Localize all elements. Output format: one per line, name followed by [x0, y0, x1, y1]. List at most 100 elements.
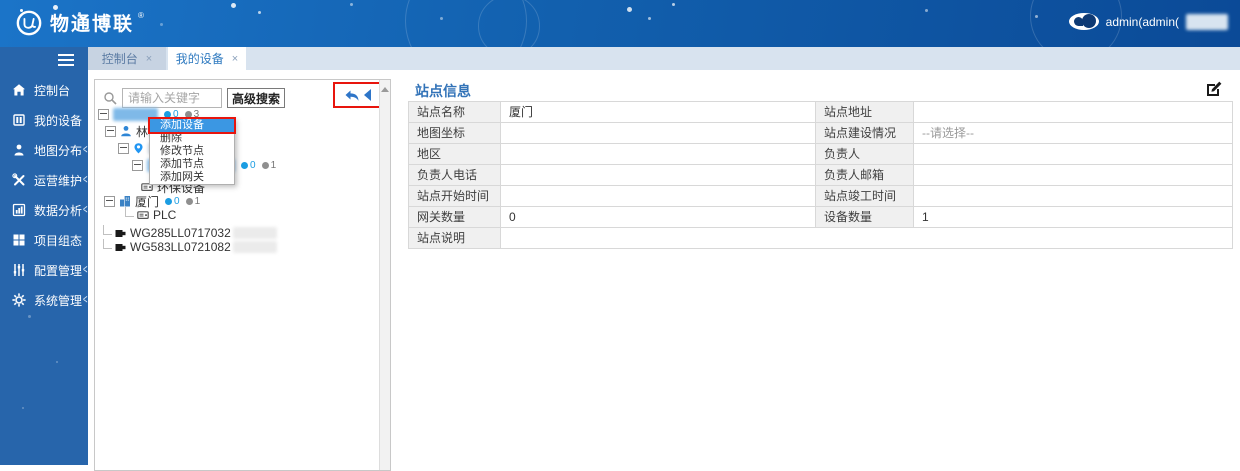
field-value	[501, 165, 816, 186]
tree-node-gateway1[interactable]: WG285LL0717032	[103, 224, 277, 240]
close-icon[interactable]: ×	[232, 53, 238, 65]
sidebar-item-my-devices[interactable]: 我的设备	[0, 105, 88, 135]
tab-label: 控制台	[101, 52, 138, 66]
field-label: 站点地址	[816, 102, 914, 123]
building-icon	[120, 196, 130, 207]
top-header: 物通博联 ® admin(admin(	[0, 0, 1240, 47]
chevron-collapsed-icon: <	[82, 203, 88, 217]
collapse-toggle-icon[interactable]	[104, 195, 115, 207]
field-value	[914, 186, 1233, 207]
sidebar-item-project-config[interactable]: 项目组态	[0, 225, 88, 255]
search-icon	[104, 92, 117, 105]
collapse-toggle-icon[interactable]	[98, 108, 109, 120]
field-value	[501, 228, 1233, 249]
field-label: 负责人邮箱	[816, 165, 914, 186]
badge-count: 0	[250, 159, 256, 171]
tree-node-label: 林	[136, 124, 149, 139]
tab-label: 我的设备	[175, 52, 224, 66]
annotation-red-box-arrows	[333, 82, 382, 108]
sidebar-item-map[interactable]: 地图分布 <	[0, 135, 88, 165]
sidebar-item-label: 数据分析	[34, 203, 83, 218]
field-label: 地区	[409, 144, 501, 165]
field-label: 地图坐标	[409, 123, 501, 144]
chart-icon	[12, 203, 26, 217]
gateway-icon	[115, 229, 126, 237]
field-label: 负责人	[816, 144, 914, 165]
tree-node-plc[interactable]: PLC	[125, 206, 176, 222]
sidebar-item-console[interactable]: 控制台	[0, 75, 88, 105]
home-icon	[13, 84, 25, 96]
sliders-icon	[13, 264, 25, 276]
sidebar-item-analytics[interactable]: 数据分析 <	[0, 195, 88, 225]
menu-item-edit-node[interactable]: 修改节点	[150, 145, 234, 158]
devices-icon	[13, 114, 25, 126]
sidebar-item-label: 系统管理	[34, 293, 83, 308]
redacted-label	[232, 241, 277, 253]
sidebar-item-label: 控制台	[34, 83, 71, 98]
close-icon[interactable]: ×	[146, 53, 152, 65]
badge-gray-dot	[185, 197, 193, 205]
field-value: 厦门	[501, 102, 816, 123]
sidebar-item-settings-mgmt[interactable]: 配置管理 <	[0, 255, 88, 285]
sidebar-item-system-mgmt[interactable]: 系统管理 <	[0, 285, 88, 315]
collapse-toggle-icon[interactable]	[132, 159, 143, 171]
logo-text: 物通博联	[50, 14, 135, 35]
sidebar-item-operations[interactable]: 运营维护 <	[0, 165, 88, 195]
menu-item-add-node[interactable]: 添加节点	[150, 158, 234, 171]
field-value	[914, 165, 1233, 186]
user-menu[interactable]: admin(admin(	[1068, 13, 1228, 30]
menu-item-add-gateway[interactable]: 添加网关	[150, 171, 234, 184]
context-menu: 添加设备 删除 修改节点 添加节点 添加网关	[148, 117, 236, 185]
field-value	[914, 144, 1233, 165]
redacted-label	[232, 227, 277, 239]
tab-bar: 控制台 × 我的设备 ×	[88, 47, 1240, 70]
chevron-collapsed-icon: <	[82, 293, 88, 307]
badge-gray-dot	[261, 161, 269, 169]
badge-blue-dot	[165, 197, 173, 205]
tree-node-label: WG583LL0721082	[130, 240, 231, 254]
sidebar-item-label: 地图分布	[34, 143, 83, 158]
undo-arrow-icon[interactable]	[344, 88, 360, 103]
field-value-select-placeholder: --请选择--	[914, 123, 1233, 144]
menu-toggle-icon[interactable]	[58, 54, 74, 56]
field-value	[501, 186, 816, 207]
gateway-icon	[115, 243, 126, 251]
avatar[interactable]	[1068, 13, 1099, 30]
tree-connector	[103, 238, 112, 249]
tools-icon	[12, 173, 25, 186]
collapse-toggle-icon[interactable]	[105, 125, 116, 137]
site-info-table: 站点名称 厦门 站点地址 地图坐标 站点建设情况 --请选择-- 地区 负责人 …	[408, 101, 1233, 249]
location-pin-icon	[134, 143, 143, 154]
edit-icon[interactable]	[1205, 80, 1223, 103]
tab-my-devices[interactable]: 我的设备 ×	[168, 47, 246, 70]
person-icon	[121, 126, 131, 137]
sidebar: 控制台 我的设备 地图分布 < 运营维护 < 数据分析 < 项目组态 配置管理	[0, 47, 88, 465]
chevron-collapsed-icon: <	[82, 143, 88, 157]
search-input[interactable]	[122, 88, 222, 108]
menu-item-delete[interactable]: 删除	[150, 132, 234, 145]
tree-node-gateway2[interactable]: WG583LL0721082	[103, 238, 277, 254]
field-label: 网关数量	[409, 207, 501, 228]
tab-console[interactable]: 控制台 ×	[88, 47, 166, 70]
page-title: 站点信息	[415, 83, 471, 99]
sidebar-item-label: 项目组态	[34, 233, 83, 248]
field-value: 0	[501, 207, 816, 228]
decor-ring	[478, 0, 540, 47]
device-tree-panel: 高级搜索 0 3 林 0 1 环保设备 厦门 0 1	[94, 79, 391, 471]
grid-icon	[13, 234, 25, 246]
advanced-search-button[interactable]: 高级搜索	[227, 88, 286, 108]
decor-dot	[22, 407, 24, 409]
collapse-toggle-icon[interactable]	[118, 142, 129, 154]
scroll-up-icon[interactable]	[381, 83, 389, 92]
tree-scrollbar[interactable]	[379, 80, 390, 470]
decor-dot	[56, 361, 58, 363]
menu-item-add-device[interactable]: 添加设备	[148, 117, 236, 134]
field-value	[914, 102, 1233, 123]
field-label: 站点建设情况	[816, 123, 914, 144]
sidebar-nav: 控制台 我的设备 地图分布 < 运营维护 < 数据分析 < 项目组态 配置管理	[0, 75, 88, 315]
sidebar-item-label: 运营维护	[34, 173, 83, 188]
chevron-collapsed-icon: <	[82, 263, 88, 277]
collapse-panel-icon[interactable]	[363, 88, 372, 102]
field-label: 负责人电话	[409, 165, 501, 186]
tree-node-xiamen[interactable]: 厦门 0 1	[104, 194, 200, 209]
